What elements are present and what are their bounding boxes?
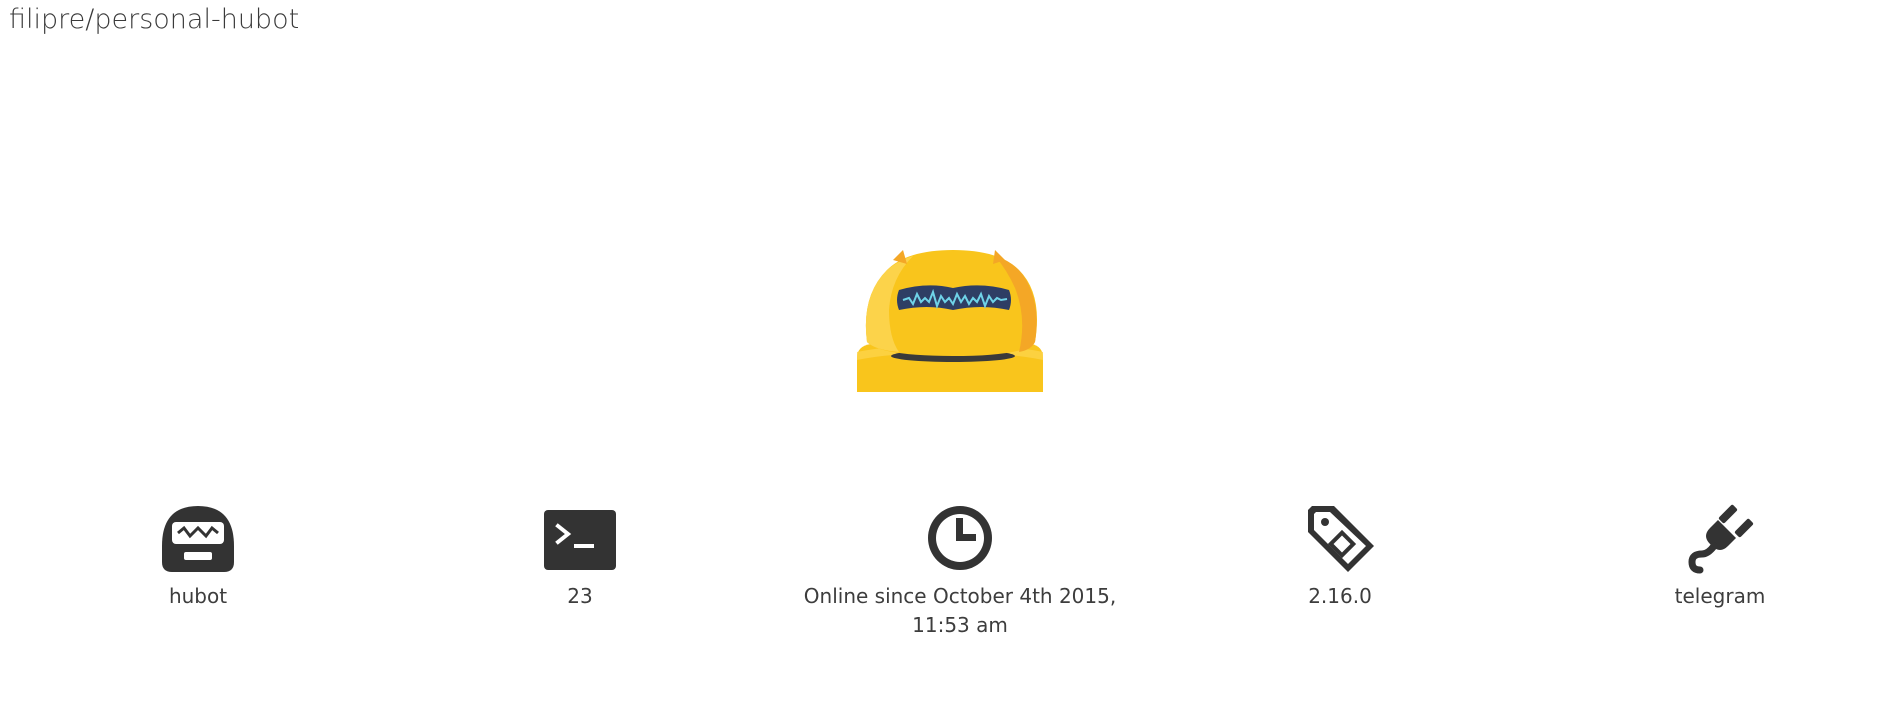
tag-icon — [1308, 506, 1374, 572]
terminal-icon — [544, 510, 616, 570]
stat-version-label: 2.16.0 — [1308, 584, 1372, 608]
stat-commands: 23 — [390, 500, 770, 611]
stat-commands-label: 23 — [567, 584, 593, 608]
hubot-illustration — [857, 250, 1043, 392]
page-title: filipre/personal-hubot — [9, 4, 300, 35]
stat-uptime-label: Online since October 4th 2015, 11:53 am — [803, 584, 1117, 637]
stats-row: hubot 23 Online since October 4th 2015, … — [0, 500, 1899, 660]
clock-icon — [928, 506, 992, 570]
stat-name-label: hubot — [168, 584, 228, 608]
stat-version: 2.16.0 — [1150, 500, 1530, 611]
plug-icon — [1688, 504, 1754, 574]
hubot-face-icon — [162, 506, 234, 572]
stat-uptime: Online since October 4th 2015, 11:53 am — [770, 500, 1150, 640]
stat-name: hubot — [8, 500, 388, 611]
stat-adapter-label: telegram — [1674, 584, 1766, 608]
stat-adapter: telegram — [1530, 500, 1899, 611]
